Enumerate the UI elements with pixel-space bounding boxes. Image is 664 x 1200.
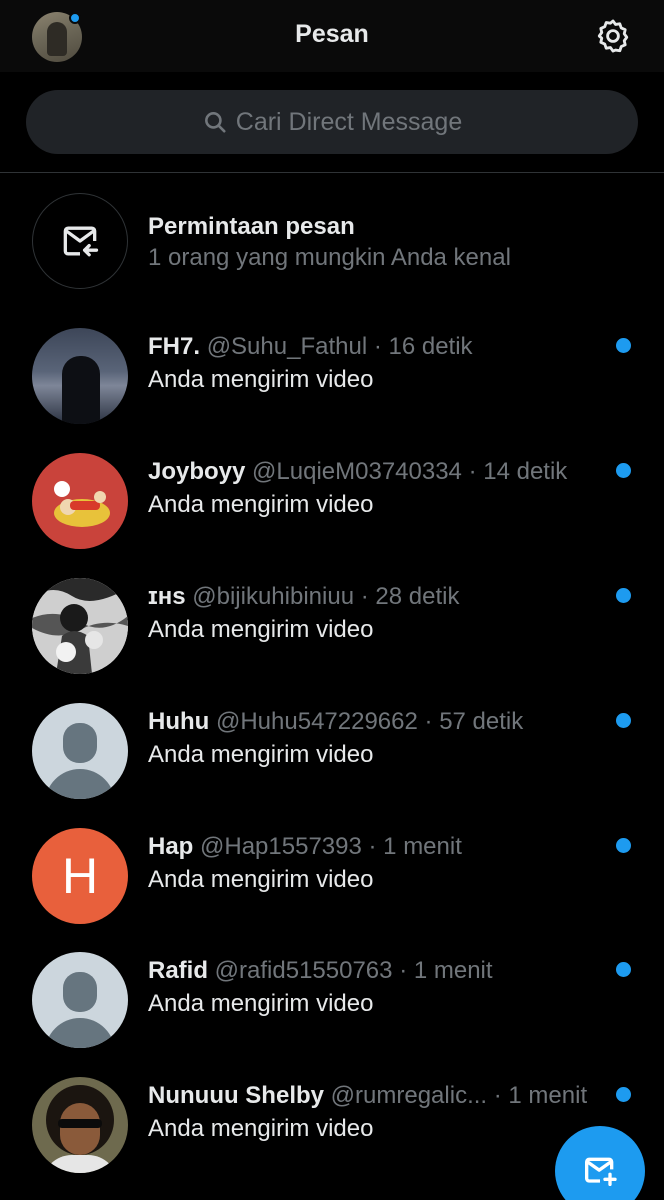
unread-dot [616, 838, 631, 853]
sender-name: ɪʜs [148, 583, 186, 610]
default-avatar-icon [32, 952, 128, 1048]
avatar [32, 578, 128, 674]
message-preview: Anda mengirim video [148, 1115, 374, 1142]
default-avatar-icon [32, 703, 128, 799]
conversation-row[interactable]: Rafid @rafid51550763 · 1 menit Anda meng… [0, 952, 664, 1076]
timestamp: · 57 detik [424, 708, 524, 735]
avatar-art [32, 578, 128, 674]
avatar-body [45, 1018, 115, 1048]
conversation-header: FH7. @Suhu_Fathul · 16 detik [148, 333, 608, 361]
timestamp: · 1 menit [399, 957, 493, 984]
conversation-row[interactable]: FH7. @Suhu_Fathul · 16 detik Anda mengir… [0, 328, 664, 452]
unread-dot [616, 588, 631, 603]
message-preview: Anda mengirim video [148, 990, 374, 1017]
sender-handle: @bijikuhibiniuu [192, 583, 355, 610]
conversation-header: Hap @Hap1557393 · 1 menit [148, 833, 608, 861]
avatar [32, 453, 128, 549]
gear-icon[interactable] [594, 17, 632, 55]
avatar [32, 328, 128, 424]
unread-dot [616, 713, 631, 728]
conversation-row[interactable]: Joyboyy @LuqieM03740334 · 14 detik Anda … [0, 453, 664, 577]
search-icon [204, 112, 226, 133]
top-bar: Pesan [0, 0, 664, 72]
envelope-arrow-icon [63, 226, 99, 257]
avatar: H [32, 828, 128, 924]
requests-title: Permintaan pesan [148, 213, 355, 240]
unread-dot [616, 962, 631, 977]
message-preview: Anda mengirim video [148, 616, 374, 643]
avatar-body [45, 769, 115, 799]
sender-name: Rafid [148, 957, 208, 984]
message-preview: Anda mengirim video [148, 491, 374, 518]
avatar-face [60, 1103, 100, 1155]
timestamp: · 14 detik [468, 458, 568, 485]
avatar-shirt [42, 1155, 118, 1173]
avatar-head [63, 972, 97, 1012]
timestamp: · 1 menit [368, 833, 462, 860]
conversation-row[interactable]: H Hap @Hap1557393 · 1 menit Anda mengiri… [0, 828, 664, 952]
sender-name: FH7. [148, 333, 201, 360]
timestamp: · 16 detik [373, 333, 473, 360]
conversation-header: Joyboyy @LuqieM03740334 · 14 detik [148, 458, 608, 486]
avatar-head [63, 723, 97, 763]
sender-handle: @rumregalic... [330, 1082, 488, 1109]
conversation-row[interactable]: Huhu @Huhu547229662 · 57 detik Anda meng… [0, 703, 664, 827]
sender-name: Hap [148, 833, 194, 860]
search-input[interactable]: Cari Direct Message [26, 90, 638, 154]
sender-handle: @Suhu_Fathul [206, 333, 368, 360]
conversation-row[interactable]: ɪʜs @bijikuhibiniuu · 28 detik Anda meng… [0, 578, 664, 702]
sender-handle: @LuqieM03740334 [252, 458, 462, 485]
messages-screen: Pesan Cari Direct Message Permintaan pes… [0, 0, 664, 1200]
timestamp: · 1 menit [493, 1082, 588, 1109]
sender-handle: @Huhu547229662 [215, 708, 418, 735]
avatar [32, 1077, 128, 1173]
conversation-header: Huhu @Huhu547229662 · 57 detik [148, 708, 608, 736]
unread-dot [616, 463, 631, 478]
search-placeholder: Cari Direct Message [235, 107, 463, 136]
sender-name: Joyboyy [148, 458, 246, 485]
conversation-header: ɪʜs @bijikuhibiniuu · 28 detik [148, 583, 608, 611]
timestamp: · 28 detik [360, 583, 460, 610]
sender-handle: @Hap1557393 [200, 833, 362, 860]
message-preview: Anda mengirim video [148, 866, 374, 893]
avatar-art [54, 481, 110, 527]
message-preview: Anda mengirim video [148, 366, 374, 393]
unread-dot [616, 338, 631, 353]
conversation-header: Rafid @rafid51550763 · 1 menit [148, 957, 608, 985]
sender-handle: @rafid51550763 [214, 957, 393, 984]
page-title: Pesan [295, 20, 369, 48]
requests-icon-circle [32, 193, 128, 289]
sender-name: Huhu [148, 708, 210, 735]
sunglasses [58, 1119, 102, 1128]
new-message-icon [585, 1157, 617, 1186]
sender-name: Nunuuu Shelby [148, 1082, 324, 1109]
message-preview: Anda mengirim video [148, 741, 374, 768]
unread-dot [616, 1087, 631, 1102]
requests-subtitle: 1 orang yang mungkin Anda kenal [148, 244, 511, 271]
divider [0, 172, 664, 173]
conversation-header: Nunuuu Shelby @rumregalic... · 1 menit [148, 1082, 608, 1110]
